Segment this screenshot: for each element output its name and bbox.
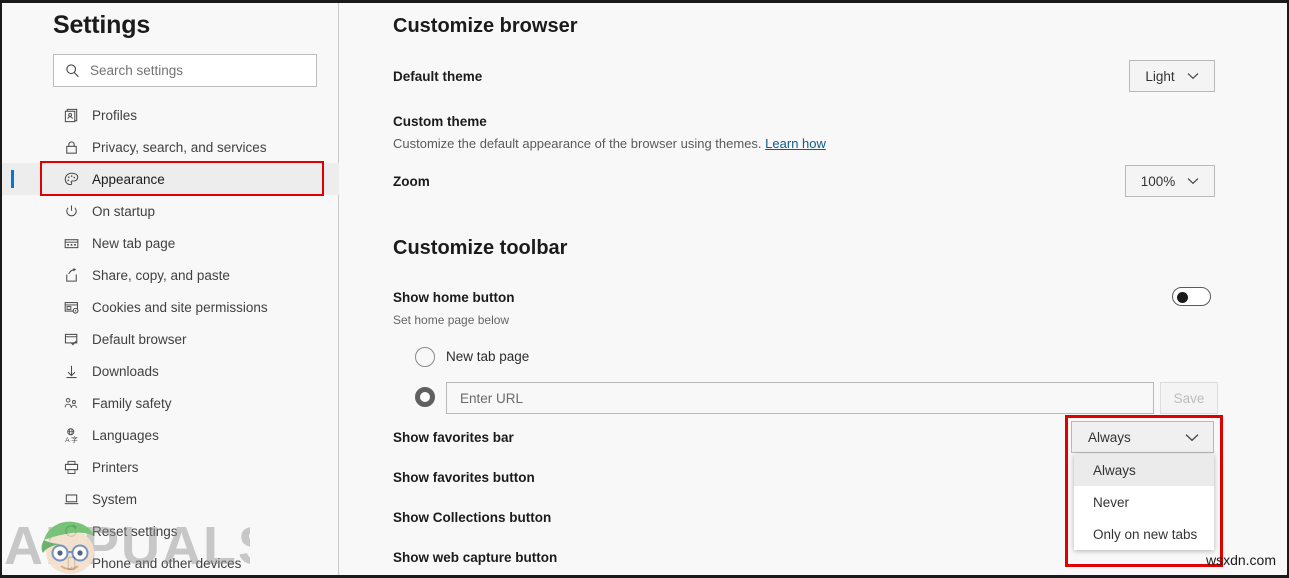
toggle-knob xyxy=(1177,292,1188,303)
chevron-down-icon xyxy=(1185,433,1199,442)
sidebar-item-cookies-site-permissions[interactable]: Cookies and site permissions xyxy=(2,291,339,323)
label-show-home-button: Show home button xyxy=(393,290,514,305)
home-option-url-radio[interactable] xyxy=(415,387,435,407)
profile-card-icon xyxy=(62,106,80,124)
sidebar-item-label: Family safety xyxy=(92,396,172,411)
settings-content: Customize browser Default theme Light Cu… xyxy=(340,3,1289,575)
wsxdn-watermark: wsxdn.com xyxy=(1206,552,1276,568)
show-home-button-toggle[interactable] xyxy=(1172,287,1211,306)
home-option-new-tab-label: New tab page xyxy=(446,349,529,364)
favorites-bar-dropdown-list[interactable]: Always Never Only on new tabs xyxy=(1074,454,1214,550)
svg-text:字: 字 xyxy=(71,435,78,444)
favorites-bar-dropdown[interactable]: Always xyxy=(1071,421,1214,453)
language-icon: A 字 xyxy=(62,426,80,444)
learn-how-link[interactable]: Learn how xyxy=(765,136,826,151)
sidebar-item-share-copy-paste[interactable]: Share, copy, and paste xyxy=(2,259,339,291)
download-arrow-icon xyxy=(62,362,80,380)
sidebar-item-system[interactable]: System xyxy=(2,483,339,515)
section-title-customize-browser: Customize browser xyxy=(393,15,577,38)
sidebar-item-label: Reset settings xyxy=(92,524,178,539)
custom-theme-description-text: Customize the default appearance of the … xyxy=(393,136,762,151)
sidebar-item-phone-other-devices[interactable]: Phone and other devices xyxy=(2,547,339,578)
cookies-gear-icon xyxy=(62,298,80,316)
reset-circular-arrow-icon xyxy=(62,522,80,540)
sidebar-item-label: Phone and other devices xyxy=(92,556,241,571)
dropdown-option-always[interactable]: Always xyxy=(1074,454,1214,486)
sidebar-item-label: Profiles xyxy=(92,108,137,123)
sublabel-set-home-page-below: Set home page below xyxy=(393,313,509,327)
label-show-web-capture-button: Show web capture button xyxy=(393,550,557,565)
zoom-dropdown-value: 100% xyxy=(1141,174,1176,189)
phone-icon xyxy=(62,554,80,572)
save-button[interactable]: Save xyxy=(1160,382,1218,414)
lock-icon xyxy=(62,138,80,156)
home-option-new-tab-radio[interactable] xyxy=(415,347,435,367)
favorites-bar-dropdown-value: Always xyxy=(1088,430,1131,445)
sidebar-item-label: Share, copy, and paste xyxy=(92,268,230,283)
sidebar-item-privacy-search-services[interactable]: Privacy, search, and services xyxy=(2,131,339,163)
search-icon xyxy=(65,63,80,78)
laptop-icon xyxy=(62,490,80,508)
sidebar-item-reset-settings[interactable]: Reset settings xyxy=(2,515,339,547)
sidebar-item-label: Downloads xyxy=(92,364,159,379)
default-theme-dropdown[interactable]: Light xyxy=(1129,60,1215,92)
palette-icon xyxy=(62,170,80,188)
printer-icon xyxy=(62,458,80,476)
dropdown-option-label: Only on new tabs xyxy=(1093,527,1197,542)
search-input[interactable]: Search settings xyxy=(53,54,317,87)
sidebar-item-label: New tab page xyxy=(92,236,175,251)
sidebar-item-label: Printers xyxy=(92,460,139,475)
sidebar-item-profiles[interactable]: Profiles xyxy=(2,99,339,131)
sidebar-item-label: Appearance xyxy=(92,172,165,187)
chevron-down-icon xyxy=(1187,177,1199,185)
chevron-down-icon xyxy=(1187,72,1199,80)
dropdown-option-label: Always xyxy=(1093,463,1136,478)
dropdown-option-only-on-new-tabs[interactable]: Only on new tabs xyxy=(1074,518,1214,550)
sidebar-item-downloads[interactable]: Downloads xyxy=(2,355,339,387)
page-title: Settings xyxy=(53,11,150,40)
sidebar-item-new-tab-page[interactable]: New tab page xyxy=(2,227,339,259)
sidebar-item-label: Default browser xyxy=(92,332,187,347)
dropdown-option-never[interactable]: Never xyxy=(1074,486,1214,518)
default-theme-dropdown-value: Light xyxy=(1145,69,1174,84)
svg-text:A: A xyxy=(65,437,70,444)
selected-accent-bar xyxy=(11,170,14,188)
sidebar-item-appearance[interactable]: Appearance xyxy=(2,163,339,195)
label-show-favorites-button: Show favorites button xyxy=(393,470,535,485)
home-url-input[interactable]: Enter URL xyxy=(446,382,1154,414)
dropdown-option-label: Never xyxy=(1093,495,1129,510)
sidebar-item-family-safety[interactable]: Family safety xyxy=(2,387,339,419)
label-show-collections-button: Show Collections button xyxy=(393,510,551,525)
sidebar-nav: Profiles Privacy, search, and services xyxy=(2,99,339,578)
family-icon xyxy=(62,394,80,412)
sidebar-item-default-browser[interactable]: Default browser xyxy=(2,323,339,355)
label-default-theme: Default theme xyxy=(393,69,482,84)
sidebar-item-label: Languages xyxy=(92,428,159,443)
zoom-dropdown[interactable]: 100% xyxy=(1125,165,1215,197)
sidebar-item-label: Privacy, search, and services xyxy=(92,140,267,155)
window-check-icon xyxy=(62,330,80,348)
section-title-customize-toolbar: Customize toolbar xyxy=(393,237,567,260)
sidebar-item-printers[interactable]: Printers xyxy=(2,451,339,483)
home-url-placeholder: Enter URL xyxy=(460,391,523,406)
share-icon xyxy=(62,266,80,284)
label-show-favorites-bar: Show favorites bar xyxy=(393,430,514,445)
label-custom-theme: Custom theme xyxy=(393,114,487,129)
settings-window: Settings Search settings xyxy=(0,0,1289,578)
sidebar-item-label: System xyxy=(92,492,137,507)
new-tab-icon xyxy=(62,234,80,252)
custom-theme-description: Customize the default appearance of the … xyxy=(393,136,826,151)
save-button-label: Save xyxy=(1174,391,1205,406)
sidebar-item-label: Cookies and site permissions xyxy=(92,300,268,315)
power-icon xyxy=(62,202,80,220)
settings-sidebar: Settings Search settings xyxy=(2,3,339,575)
sidebar-item-on-startup[interactable]: On startup xyxy=(2,195,339,227)
sidebar-item-label: On startup xyxy=(92,204,155,219)
sidebar-item-languages[interactable]: A 字 Languages xyxy=(2,419,339,451)
search-placeholder: Search settings xyxy=(90,63,183,78)
label-zoom: Zoom xyxy=(393,174,430,189)
